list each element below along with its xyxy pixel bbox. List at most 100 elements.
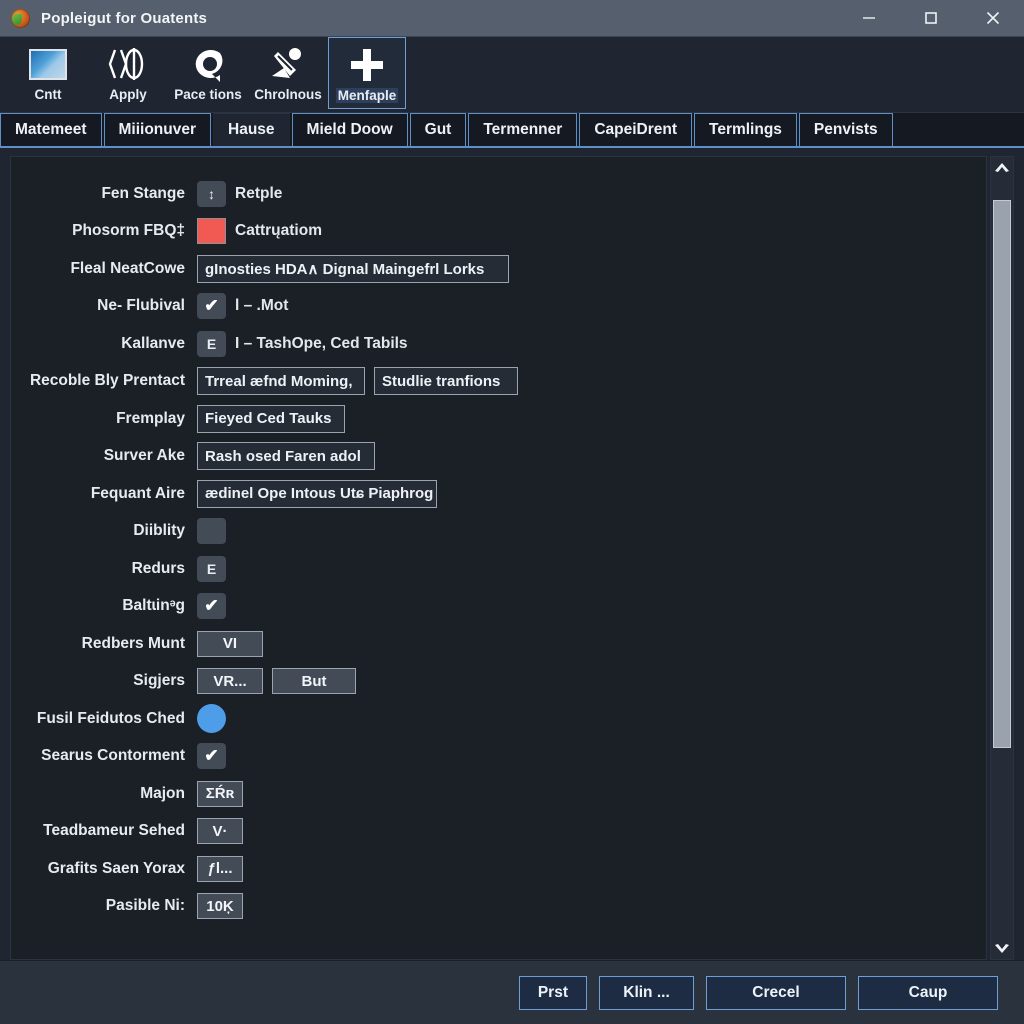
apply-button[interactable]: Klin ...: [599, 975, 694, 1010]
form-row-label: Fremplay: [116, 409, 185, 427]
scrollbar-thumb[interactable]: [993, 199, 1011, 749]
tab-hause[interactable]: Hause: [213, 113, 290, 146]
tab-label: Termlings: [709, 121, 782, 138]
tab-label: Matemeet: [15, 121, 87, 138]
form-row-label: Diiblity: [133, 522, 185, 540]
tab-mield-doow[interactable]: Mield Doow: [291, 113, 408, 146]
tab-bar: Matemeet Miiionuver Hause Mield Doow Gut Term…: [0, 113, 1024, 148]
settings-form: Fen Stange ↕ Retple Phosorm FBQ‡ Cattrųatiom…: [10, 156, 987, 960]
form-row-suffix: Cattrųatiom: [235, 222, 322, 240]
form-row: Fequant Aire ædinel Ope Intous Utɕ Piaphr…: [11, 475, 986, 513]
form-row-label: Sigjers: [133, 672, 185, 690]
form-row-controls: Trreal æfnd Moming, Studlie tranfions: [197, 367, 518, 396]
toolbar-item-cntt[interactable]: Cntt: [8, 37, 88, 109]
tab-matemeet[interactable]: Matemeet: [0, 113, 102, 146]
image-thumbnail-icon: [29, 43, 67, 85]
color-circle[interactable]: [197, 704, 226, 734]
form-row-controls: VI: [197, 630, 263, 657]
option-button[interactable]: VR...: [197, 668, 263, 695]
value-button[interactable]: ƒl...: [197, 855, 243, 882]
form-row-controls: E: [197, 555, 226, 582]
enum-spinner[interactable]: E: [197, 555, 226, 582]
form-row: Searus Contorment ✔: [11, 738, 986, 776]
scrollbar-track[interactable]: [991, 177, 1013, 939]
form-row: Redbers Munt VI: [11, 625, 986, 663]
form-row-label: Teadbameur Sehed: [43, 822, 185, 840]
content-area: Fen Stange ↕ Retple Phosorm FBQ‡ Cattrųatiom…: [0, 148, 1024, 960]
form-row-controls: ✔: [197, 743, 226, 770]
color-swatch[interactable]: [197, 218, 226, 245]
toolbar-item-chrolnous[interactable]: Chrolnous: [248, 37, 328, 109]
checkbox[interactable]: ✔: [197, 593, 226, 620]
toolbar-item-pace-tions[interactable]: Pace tions: [168, 37, 248, 109]
tab-gut[interactable]: Gut: [409, 113, 467, 146]
value-button[interactable]: V·: [197, 818, 243, 845]
form-row: Teadbameur Sehed V·: [11, 813, 986, 851]
double-arrow-icon: [107, 43, 149, 85]
form-row: Phosorm FBQ‡ Cattrųatiom: [11, 213, 986, 251]
checkbox[interactable]: ✔: [197, 293, 226, 320]
text-field[interactable]: Studlie tranfions: [374, 367, 518, 396]
value-button[interactable]: 10Ķ: [197, 893, 243, 920]
tab-capeidrent[interactable]: CapeiDrent: [579, 113, 692, 146]
text-field[interactable]: ædinel Ope Intous Utɕ Piaphrog: [197, 479, 437, 508]
close-button[interactable]: [962, 0, 1024, 36]
reset-button[interactable]: Prst: [518, 975, 587, 1010]
chevron-down-icon[interactable]: [991, 939, 1013, 959]
form-row-label: Redurs: [131, 559, 185, 577]
person-pointer-icon: [268, 43, 308, 85]
toolbar-item-apply[interactable]: Apply: [88, 37, 168, 109]
form-row-controls: [197, 704, 226, 734]
glyph-button[interactable]: ΣŔʀ: [197, 780, 243, 807]
confirm-button[interactable]: Caup: [858, 975, 998, 1010]
updown-spinner[interactable]: ↕: [197, 180, 226, 207]
form-row: Surver Ake Rash osed Faren adol: [11, 438, 986, 476]
form-row-controls: V·: [197, 818, 243, 845]
form-row-controls: VR... But: [197, 668, 356, 695]
toolbar-item-label: Apply: [109, 87, 147, 102]
maximize-button[interactable]: [900, 0, 962, 36]
text-field[interactable]: Fieyed Ced Tauks: [197, 404, 345, 433]
tab-label: Miiionuver: [118, 121, 197, 138]
text-field[interactable]: Trreal æfnd Moming,: [197, 367, 365, 396]
browse-button[interactable]: But: [272, 668, 356, 695]
checkbox[interactable]: ✔: [197, 743, 226, 770]
cancel-button[interactable]: Crecel: [706, 975, 846, 1010]
plus-icon: [348, 44, 386, 86]
tab-miiionuver[interactable]: Miiionuver: [103, 113, 212, 146]
form-row-suffix: Retple: [235, 184, 283, 202]
form-row-label: Searus Contorment: [41, 747, 185, 765]
form-row: Sigjers VR... But: [11, 663, 986, 701]
toolbar-item-label: Cntt: [34, 87, 62, 102]
minimize-button[interactable]: [838, 0, 900, 36]
text-field[interactable]: Rash osed Faren adol: [197, 442, 375, 471]
enum-spinner[interactable]: E: [197, 330, 226, 357]
form-row-suffix: l – .Mot: [235, 297, 289, 315]
chevron-up-icon[interactable]: [991, 157, 1013, 177]
form-row: Diiblity: [11, 513, 986, 551]
checkbox[interactable]: [197, 518, 226, 545]
title-bar: Popleigut for Ouatents: [0, 0, 1024, 37]
text-field[interactable]: ɡInosties HDA∧ Diɡnal Maingefrl Lorks: [197, 254, 509, 283]
tab-termenner[interactable]: Termenner: [468, 113, 578, 146]
tab-label: Hause: [228, 121, 275, 138]
form-row: Fen Stange ↕ Retple: [11, 175, 986, 213]
form-row-label: Fusil Feidutos Ched: [36, 709, 185, 727]
form-row: Kallanve E Ɩ – TashOpe, Ced Tabils: [11, 325, 986, 363]
form-row: Pasible Ni: 10Ķ: [11, 888, 986, 926]
tab-termlings[interactable]: Termlings: [694, 113, 797, 146]
form-row-label: Fen Stange: [101, 184, 185, 202]
form-row-controls: ΣŔʀ: [197, 780, 243, 807]
form-row: Grafits Saen Yorax ƒl...: [11, 850, 986, 888]
vertical-scrollbar[interactable]: [990, 156, 1014, 960]
form-row-controls: ↕ Retple: [197, 180, 283, 207]
form-row-controls: E Ɩ – TashOpe, Ced Tabils: [197, 330, 408, 357]
toolbar-item-menfaple[interactable]: Menfaple: [328, 37, 406, 109]
option-button[interactable]: VI: [197, 630, 263, 657]
window-title: Popleigut for Ouatents: [41, 9, 208, 27]
form-row-label: Fleal NeatCowe: [70, 259, 185, 277]
tab-penvists[interactable]: Penvists: [798, 113, 893, 146]
toolbar-item-label: Chrolnous: [254, 87, 322, 102]
form-row-label: Baltɩinᵊg: [122, 597, 185, 615]
form-row-controls: ✔: [197, 593, 226, 620]
